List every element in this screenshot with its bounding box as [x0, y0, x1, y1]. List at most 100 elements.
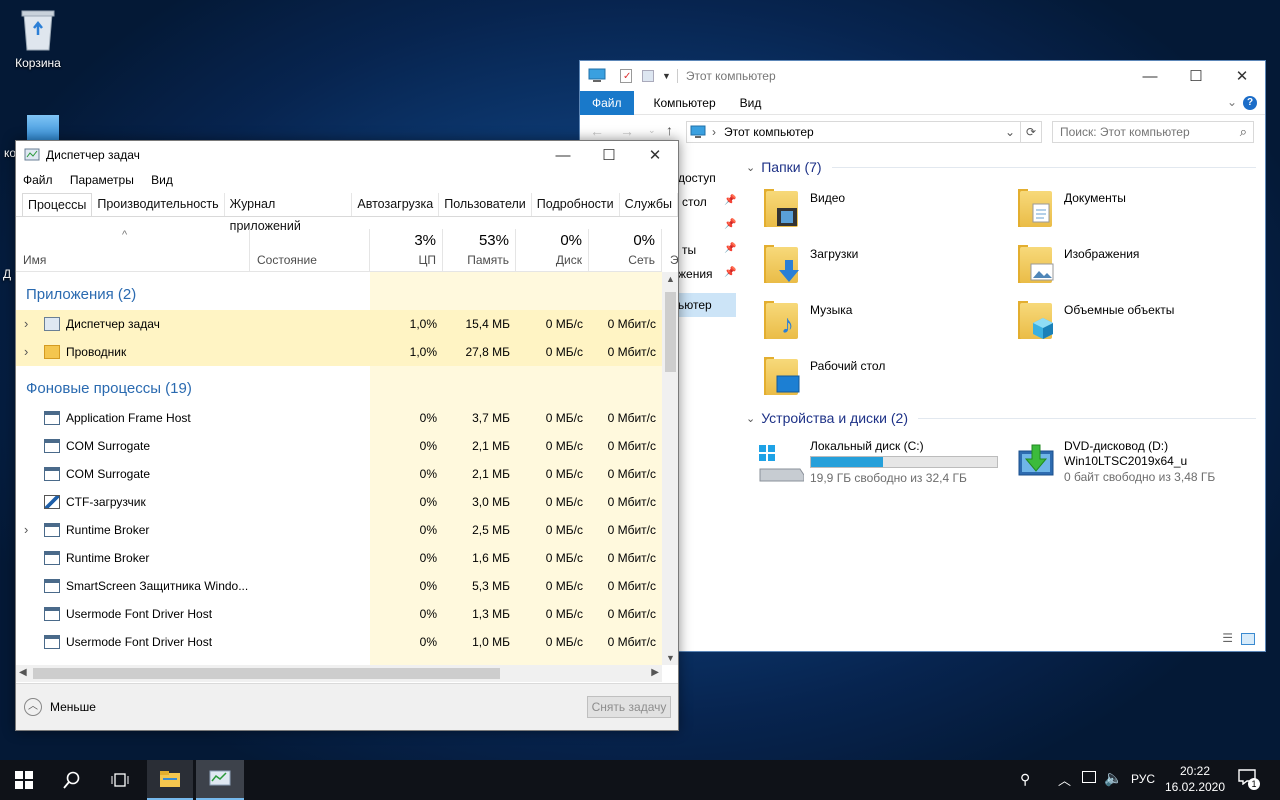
pin-icon[interactable]: 📌: [724, 219, 736, 230]
column-header-network[interactable]: 0% Сеть: [589, 229, 662, 271]
scroll-up-arrow-icon[interactable]: ▲: [666, 274, 675, 284]
devices-group-header[interactable]: ⌄ Устройства и диски (2): [746, 410, 1256, 426]
close-button[interactable]: ✕: [1219, 61, 1265, 91]
new-folder-icon[interactable]: [642, 70, 654, 82]
task-view-button[interactable]: [96, 760, 144, 800]
menu-file[interactable]: Файл: [23, 173, 53, 187]
column-header-status[interactable]: Состояние: [250, 229, 370, 271]
search-button[interactable]: [48, 760, 96, 800]
scroll-down-arrow-icon[interactable]: ▼: [666, 653, 675, 663]
recycle-bin-shortcut[interactable]: Корзина: [0, 8, 76, 70]
quick-access-dropdown-icon[interactable]: ▼: [662, 71, 671, 81]
process-row[interactable]: › Runtime Broker 0% 2,5 МБ 0 МБ/с 0 Мбит/с: [16, 516, 662, 544]
folder-3d-objects[interactable]: Объемные объекты: [1018, 299, 1265, 341]
tab-services[interactable]: Службы: [620, 193, 678, 217]
vertical-scrollbar[interactable]: ▲ ▼: [662, 272, 678, 665]
nav-item-pictures[interactable]: жения: [678, 267, 713, 281]
tab-app-history[interactable]: Журнал приложений: [225, 193, 353, 233]
input-language-indicator[interactable]: РУС: [1131, 772, 1155, 786]
action-center-button[interactable]: 1: [1238, 769, 1260, 790]
folder-music[interactable]: ♪ Музыка: [764, 299, 1014, 341]
fewer-details-button[interactable]: ︿ Меньше: [24, 698, 96, 716]
close-button[interactable]: ✕: [632, 141, 678, 170]
properties-icon[interactable]: ✓: [620, 69, 632, 83]
maximize-button[interactable]: ☐: [586, 141, 632, 170]
clock[interactable]: 20:22 16.02.2020: [1160, 763, 1230, 795]
nav-item-desktop[interactable]: стол: [682, 195, 707, 209]
ribbon-tab-computer[interactable]: Компьютер: [642, 91, 728, 115]
recent-locations-icon[interactable]: ⌄: [648, 125, 656, 136]
ribbon-tab-file[interactable]: Файл: [580, 90, 634, 115]
pin-icon[interactable]: 📌: [724, 243, 736, 254]
minimize-button[interactable]: —: [540, 141, 586, 170]
folders-group-header[interactable]: ⌄ Папки (7): [746, 159, 1256, 175]
volume-icon[interactable]: 🔈: [1104, 769, 1123, 787]
tab-performance[interactable]: Производительность: [92, 193, 225, 217]
column-header-energy-partial[interactable]: Э: [670, 253, 678, 267]
taskmgr-titlebar[interactable]: Диспетчер задач — ☐ ✕: [16, 141, 678, 169]
expand-chevron-icon[interactable]: ›: [24, 316, 28, 331]
apps-group-row[interactable]: Приложения (2): [16, 278, 662, 310]
ribbon-tab-view[interactable]: Вид: [728, 91, 774, 115]
desktop-shortcut-partial[interactable]: [27, 115, 59, 143]
network-icon[interactable]: [1082, 771, 1096, 783]
process-row[interactable]: CTF-загрузчик 0% 3,0 МБ 0 МБ/с 0 Мбит/с: [16, 488, 662, 516]
process-row[interactable]: COM Surrogate 0% 2,1 МБ 0 МБ/с 0 Мбит/с: [16, 432, 662, 460]
ribbon-expand-icon[interactable]: ⌄: [1227, 95, 1237, 109]
process-row[interactable]: Usermode Font Driver Host 0% 1,0 МБ 0 МБ/с 0…: [16, 628, 662, 656]
explorer-titlebar[interactable]: ✓ ▼ Этот компьютер — ☐ ✕: [580, 61, 1265, 91]
people-icon[interactable]: ⚲: [1020, 771, 1030, 788]
vertical-scroll-thumb[interactable]: [665, 292, 676, 372]
column-header-name[interactable]: ^ Имя: [16, 229, 250, 271]
file-explorer-window[interactable]: ✓ ▼ Этот компьютер — ☐ ✕ Файл Компьютер …: [579, 60, 1266, 652]
show-hidden-icons-chevron-icon[interactable]: ︿: [1058, 770, 1071, 789]
menu-options[interactable]: Параметры: [70, 173, 134, 187]
help-icon[interactable]: ?: [1243, 96, 1257, 110]
scroll-left-arrow-icon[interactable]: ◀: [19, 667, 27, 678]
column-header-memory[interactable]: 53% Память: [443, 229, 516, 271]
process-row[interactable]: SmartScreen Защитника Windo... 0% 5,3 МБ 0 …: [16, 572, 662, 600]
search-box[interactable]: ⌕: [1052, 121, 1254, 143]
tab-details[interactable]: Подробности: [532, 193, 620, 217]
scroll-right-arrow-icon[interactable]: ▶: [651, 667, 659, 678]
expand-chevron-icon[interactable]: ›: [24, 522, 28, 537]
background-group-row[interactable]: Фоновые процессы (19): [16, 372, 662, 404]
nav-item-documents[interactable]: ты: [682, 243, 696, 257]
address-dropdown-icon[interactable]: ⌄: [1005, 125, 1015, 139]
minimize-button[interactable]: —: [1127, 61, 1173, 91]
task-manager-window[interactable]: Диспетчер задач — ☐ ✕ Файл Параметры Вид…: [15, 140, 679, 731]
process-row[interactable]: › Диспетчер задач 1,0% 15,4 МБ 0 МБ/с 0 Мбит/…: [16, 310, 662, 338]
refresh-button[interactable]: ⟳: [1021, 121, 1042, 143]
nav-item-this-pc[interactable]: ьютер: [676, 293, 736, 317]
taskbar-task-manager[interactable]: [196, 760, 244, 800]
tab-processes[interactable]: Процессы: [22, 193, 93, 217]
process-row[interactable]: COM Surrogate 0% 2,1 МБ 0 МБ/с 0 Мбит/с: [16, 460, 662, 488]
nav-item-quick-access[interactable]: доступ: [678, 171, 716, 185]
process-row[interactable]: Application Frame Host 0% 3,7 МБ 0 МБ/с 0 Мб…: [16, 404, 662, 432]
column-header-cpu[interactable]: 3% ЦП: [370, 229, 443, 271]
tab-users[interactable]: Пользователи: [439, 193, 532, 217]
folder-downloads[interactable]: Загрузки: [764, 243, 1014, 285]
horizontal-scroll-thumb[interactable]: [33, 668, 500, 679]
end-task-button[interactable]: Снять задачу: [587, 696, 671, 718]
start-button[interactable]: [0, 760, 48, 800]
tab-startup[interactable]: Автозагрузка: [352, 193, 440, 217]
taskbar-file-explorer[interactable]: [147, 760, 193, 800]
search-input[interactable]: [1053, 122, 1223, 142]
up-arrow-icon[interactable]: ↑: [666, 122, 673, 138]
forward-arrow-icon[interactable]: →: [620, 123, 634, 139]
maximize-button[interactable]: ☐: [1173, 61, 1219, 91]
horizontal-scrollbar[interactable]: ◀ ▶: [16, 665, 662, 682]
expand-chevron-icon[interactable]: ›: [24, 344, 28, 359]
process-row[interactable]: Runtime Broker 0% 1,6 МБ 0 МБ/с 0 Мбит/с: [16, 544, 662, 572]
folder-documents[interactable]: Документы: [1018, 187, 1265, 229]
process-row[interactable]: Usermode Font Driver Host 0% 1,3 МБ 0 МБ/с 0…: [16, 600, 662, 628]
menu-view[interactable]: Вид: [151, 173, 173, 187]
folder-videos[interactable]: Видео: [764, 187, 1014, 229]
drive-c[interactable]: Локальный диск (C:) 19,9 ГБ свободно из …: [758, 439, 1008, 489]
details-view-icon[interactable]: ☰: [1222, 631, 1233, 645]
folder-pictures[interactable]: Изображения: [1018, 243, 1265, 285]
large-icons-view-icon[interactable]: [1241, 633, 1255, 645]
pin-icon[interactable]: 📌: [724, 267, 736, 278]
pin-icon[interactable]: 📌: [724, 195, 736, 206]
